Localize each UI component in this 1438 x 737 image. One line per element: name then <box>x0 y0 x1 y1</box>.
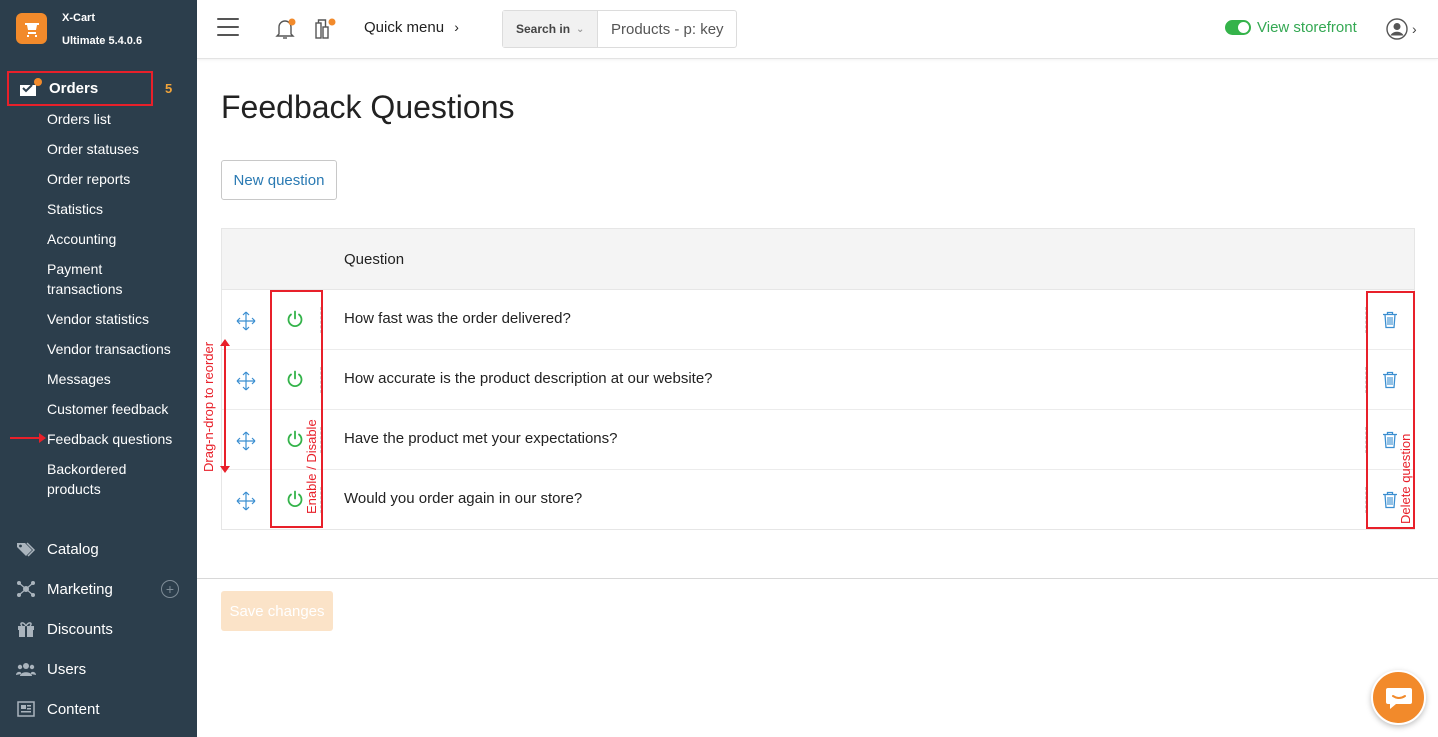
xcart-logo-icon[interactable] <box>16 13 47 44</box>
drag-handle-icon[interactable] <box>236 311 256 336</box>
sidebar-item-catalog[interactable]: Catalog <box>0 537 197 561</box>
sidebar-item-label: Catalog <box>47 540 99 558</box>
question-text[interactable]: How fast was the order delivered? <box>344 310 571 327</box>
gift-icon <box>16 620 36 638</box>
delete-annotation-label: Delete question <box>1398 433 1413 524</box>
enable-annotation-label: Enable / Disable <box>304 419 319 514</box>
sidebar-item-content[interactable]: Content <box>0 697 197 721</box>
content-icon <box>16 701 36 717</box>
sidebar-item-payment-transactions[interactable]: Payment transactions <box>47 259 137 299</box>
storefront-toggle-switch[interactable] <box>1225 20 1251 35</box>
table-header: Question <box>222 229 1414 290</box>
search-input[interactable] <box>598 11 736 47</box>
top-bar: Quick menu › Search in ⌄ View storefront… <box>197 0 1438 59</box>
sidebar-item-feedback-questions[interactable]: Feedback questions <box>47 429 172 449</box>
sidebar-item-messages[interactable]: Messages <box>47 369 111 389</box>
question-text[interactable]: Have the product met your expectations? <box>344 430 618 447</box>
table-row: How accurate is the product description … <box>222 350 1414 410</box>
network-icon <box>16 580 36 598</box>
sidebar-item-vendor-transactions[interactable]: Vendor transactions <box>47 339 171 359</box>
chat-bubble-icon[interactable] <box>1371 670 1426 725</box>
drag-handle-icon[interactable] <box>236 431 256 456</box>
drag-handle-icon[interactable] <box>236 371 256 396</box>
sidebar-item-accounting[interactable]: Accounting <box>47 229 116 249</box>
marketing-expand-plus-icon[interactable]: + <box>161 580 179 598</box>
page-title: Feedback Questions <box>221 89 515 125</box>
sidebar-item-discounts[interactable]: Discounts <box>0 617 197 641</box>
user-avatar-icon <box>1386 18 1408 40</box>
annotation-arrow <box>10 433 46 443</box>
drag-annotation-label: Drag-n-drop to reorder <box>201 341 216 472</box>
save-changes-button[interactable]: Save changes <box>221 591 333 631</box>
table-row: Would you order again in our store? <box>222 470 1414 530</box>
sidebar-item-customer-feedback[interactable]: Customer feedback <box>47 399 168 419</box>
chevron-right-icon: › <box>1412 21 1417 37</box>
sidebar-item-label: Users <box>47 660 87 678</box>
sidebar-item-label: Content <box>47 700 100 718</box>
sidebar: X-Cart Ultimate 5.4.0.6 Orders 5 Orders … <box>0 0 197 737</box>
sidebar-item-backordered-products[interactable]: Backordered products <box>47 459 147 499</box>
question-text[interactable]: Would you order again in our store? <box>344 490 582 507</box>
questions-table: Question How fast was the order delivere… <box>221 228 1415 530</box>
chevron-right-icon: › <box>454 19 459 35</box>
brand-name: X-Cart <box>62 12 96 24</box>
column-header-question: Question <box>344 251 405 268</box>
user-menu-button[interactable]: › <box>1386 18 1417 40</box>
question-text[interactable]: How accurate is the product description … <box>344 370 713 387</box>
sidebar-item-statistics[interactable]: Statistics <box>47 199 103 219</box>
chevron-down-icon: ⌄ <box>576 23 585 35</box>
sidebar-item-orders[interactable]: Orders <box>7 71 153 106</box>
divider <box>197 578 1438 579</box>
drag-handle-icon[interactable] <box>236 491 256 516</box>
orders-count-badge: 5 <box>165 81 173 96</box>
reorder-arrow <box>220 339 230 473</box>
new-question-button[interactable]: New question <box>221 160 337 200</box>
table-row: How fast was the order delivered? <box>222 290 1414 350</box>
notifications-bell-icon[interactable] <box>273 17 297 46</box>
orders-icon <box>18 77 42 98</box>
view-storefront-label: View storefront <box>1257 19 1357 36</box>
search-bar: Search in ⌄ <box>502 10 737 48</box>
search-in-dropdown[interactable]: Search in ⌄ <box>503 11 598 47</box>
quick-menu-button[interactable]: Quick menu › <box>364 19 459 36</box>
table-row: Have the product met your expectations? <box>222 410 1414 470</box>
quick-menu-label: Quick menu <box>364 19 445 36</box>
brand: X-Cart Ultimate 5.4.0.6 <box>0 0 197 60</box>
org-structure-icon[interactable] <box>313 17 337 46</box>
search-in-label: Search in <box>516 22 571 36</box>
hamburger-menu-icon[interactable] <box>217 18 239 38</box>
users-icon <box>16 661 36 677</box>
brand-version: Ultimate 5.4.0.6 <box>62 35 143 47</box>
tag-icon <box>16 541 36 557</box>
sidebar-item-vendor-statistics[interactable]: Vendor statistics <box>47 309 149 329</box>
sidebar-item-order-statuses[interactable]: Order statuses <box>47 139 139 159</box>
sidebar-item-users[interactable]: Users <box>0 657 197 681</box>
sidebar-item-label: Orders <box>49 80 99 97</box>
sidebar-item-label: Marketing <box>47 580 113 598</box>
sidebar-item-orders-list[interactable]: Orders list <box>47 109 111 129</box>
sidebar-item-label: Discounts <box>47 620 113 638</box>
sidebar-item-order-reports[interactable]: Order reports <box>47 169 130 189</box>
view-storefront-toggle[interactable]: View storefront <box>1225 19 1357 36</box>
